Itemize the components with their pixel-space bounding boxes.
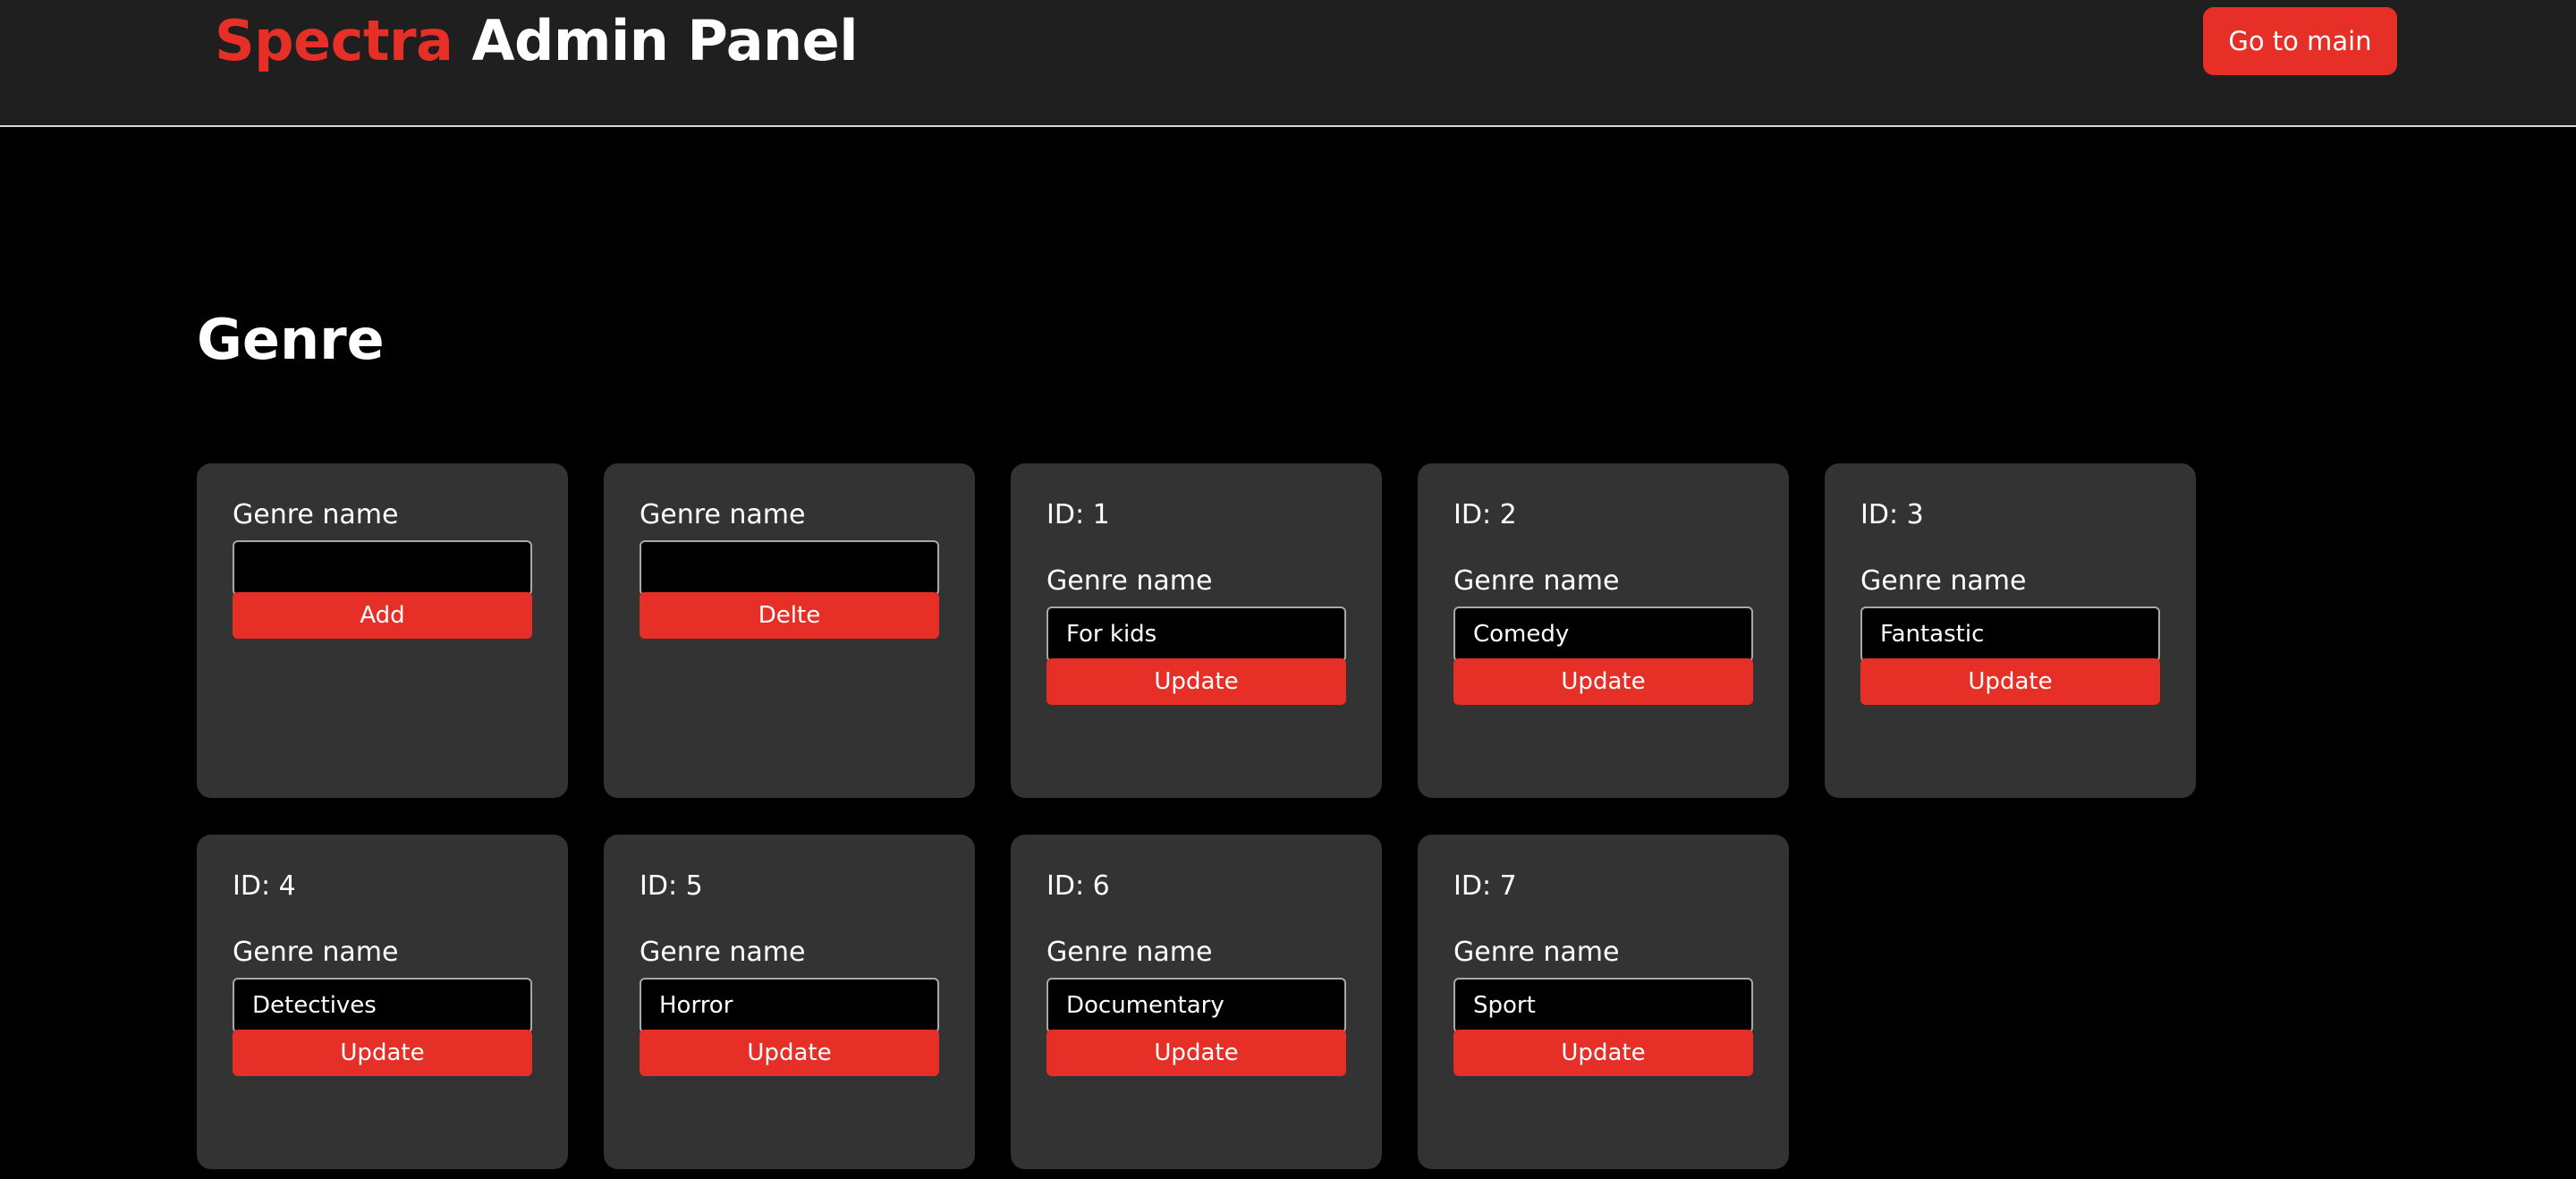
add-genre-name-input[interactable] xyxy=(233,540,532,596)
top-header: Spectra Admin Panel Go to main xyxy=(0,0,2576,127)
genre-name-input[interactable] xyxy=(640,978,939,1033)
genre-id-label: ID: 7 xyxy=(1453,870,1517,902)
genre-card: ID: 5 Genre name Update xyxy=(604,835,975,1169)
genre-name-input[interactable] xyxy=(1453,606,1753,662)
genre-name-label: Genre name xyxy=(1860,565,2027,597)
genre-name-label: Genre name xyxy=(1046,937,1213,968)
update-genre-button[interactable]: Update xyxy=(640,1030,939,1076)
brand-logo: Spectra Admin Panel xyxy=(215,7,858,75)
genre-id-label: ID: 2 xyxy=(1453,499,1517,530)
genre-id-label: ID: 4 xyxy=(233,870,296,902)
delete-genre-card: Genre name Delte xyxy=(604,463,975,798)
genre-name-label: Genre name xyxy=(233,499,399,530)
genre-id-label: ID: 5 xyxy=(640,870,703,902)
genre-card: ID: 6 Genre name Update xyxy=(1011,835,1382,1169)
genre-name-label: Genre name xyxy=(233,937,399,968)
add-genre-button[interactable]: Add xyxy=(233,592,532,639)
delete-genre-name-input[interactable] xyxy=(640,540,939,596)
delete-genre-button[interactable]: Delte xyxy=(640,592,939,639)
page-title: Genre xyxy=(197,307,385,372)
genre-name-label: Genre name xyxy=(640,937,806,968)
genre-name-label: Genre name xyxy=(1046,565,1213,597)
genre-card: ID: 4 Genre name Update xyxy=(197,835,568,1169)
update-genre-button[interactable]: Update xyxy=(233,1030,532,1076)
genre-name-input[interactable] xyxy=(1046,978,1346,1033)
genre-name-input[interactable] xyxy=(1046,606,1346,662)
genre-card: ID: 7 Genre name Update xyxy=(1418,835,1789,1169)
genre-id-label: ID: 6 xyxy=(1046,870,1110,902)
update-genre-button[interactable]: Update xyxy=(1860,658,2160,705)
update-genre-button[interactable]: Update xyxy=(1453,1030,1753,1076)
update-genre-button[interactable]: Update xyxy=(1453,658,1753,705)
genre-name-input[interactable] xyxy=(1860,606,2160,662)
genre-name-label: Genre name xyxy=(1453,937,1620,968)
go-to-main-button[interactable]: Go to main xyxy=(2203,7,2397,75)
update-genre-button[interactable]: Update xyxy=(1046,658,1346,705)
genre-name-input[interactable] xyxy=(233,978,532,1033)
genre-id-label: ID: 3 xyxy=(1860,499,1924,530)
brand-name-rest: Admin Panel xyxy=(471,8,858,73)
update-genre-button[interactable]: Update xyxy=(1046,1030,1346,1076)
genre-name-label: Genre name xyxy=(640,499,806,530)
genre-card: ID: 2 Genre name Update xyxy=(1418,463,1789,798)
genre-id-label: ID: 1 xyxy=(1046,499,1110,530)
genre-name-input[interactable] xyxy=(1453,978,1753,1033)
genre-card: ID: 1 Genre name Update xyxy=(1011,463,1382,798)
genre-name-label: Genre name xyxy=(1453,565,1620,597)
add-genre-card: Genre name Add xyxy=(197,463,568,798)
brand-name-accent: Spectra xyxy=(215,8,453,73)
genre-card: ID: 3 Genre name Update xyxy=(1825,463,2196,798)
